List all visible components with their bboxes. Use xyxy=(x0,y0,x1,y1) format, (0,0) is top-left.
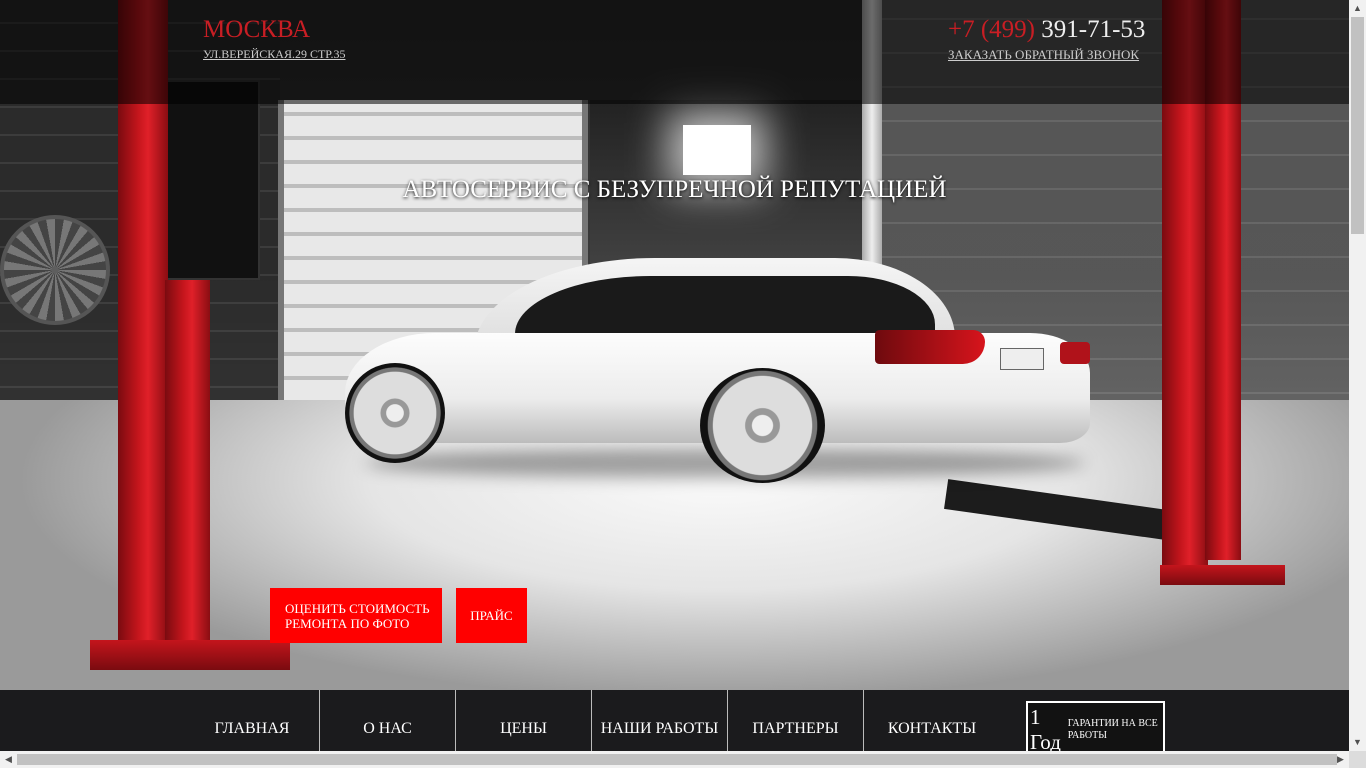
lift-base-right xyxy=(1160,565,1285,585)
phone-digits: 391-71-53 xyxy=(1041,16,1146,43)
nav-item-home[interactable]: ГЛАВНАЯ xyxy=(185,690,320,751)
rear-wheel xyxy=(700,368,825,483)
address-link[interactable]: УЛ.ВЕРЕЙСКАЯ.29 СТР.35 xyxy=(203,47,401,62)
scroll-left-icon[interactable]: ◀ xyxy=(0,751,17,768)
nav-item-contacts[interactable]: КОНТАКТЫ xyxy=(864,690,1000,751)
page: МОСКВА УЛ.ВЕРЕЙСКАЯ.29 СТР.35 +7 (499) 3… xyxy=(0,0,1349,751)
hero-headline: АВТОСЕРВИС С БЕЗУПРЕЧНОЙ РЕПУТАЦИЕЙ xyxy=(402,176,947,203)
ceiling-light xyxy=(683,125,751,175)
phone-number[interactable]: +7 (499) 391-71-53 xyxy=(948,16,1145,44)
estimate-by-photo-button[interactable]: ОЦЕНИТЬ СТОИМОСТЬ РЕМОНТА ПО ФОТО xyxy=(270,588,442,643)
lift-column-left-inner xyxy=(165,280,210,650)
car-window xyxy=(515,276,935,334)
warranty-text: ГАРАНТИИ НА ВСЕ РАБОТЫ xyxy=(1067,718,1158,741)
car-taillight-right xyxy=(1060,342,1090,364)
callback-link[interactable]: ЗАКАЗАТЬ ОБРАТНЫЙ ЗВОНОК xyxy=(948,47,1147,63)
car xyxy=(345,258,1095,483)
price-button[interactable]: ПРАЙС xyxy=(456,588,527,643)
nav-item-works[interactable]: НАШИ РАБОТЫ xyxy=(592,690,728,751)
phone-code: +7 (499) xyxy=(948,16,1035,43)
lift-base-left xyxy=(90,640,290,670)
front-wheel xyxy=(345,363,445,463)
vertical-scrollbar[interactable]: ▲ ▼ xyxy=(1349,0,1366,751)
car-taillight xyxy=(875,330,985,364)
scroll-down-icon[interactable]: ▼ xyxy=(1349,734,1366,751)
scroll-right-icon[interactable]: ▶ xyxy=(1332,751,1349,768)
fan-icon xyxy=(0,215,110,325)
nav-item-about[interactable]: О НАС xyxy=(320,690,456,751)
warranty-badge: 1 Год ГАРАНТИИ НА ВСЕ РАБОТЫ xyxy=(1026,701,1165,751)
city-title: МОСКВА xyxy=(203,16,311,43)
horizontal-scrollbar[interactable]: ◀ ▶ xyxy=(0,751,1349,768)
license-plate xyxy=(1000,348,1044,370)
nav-item-partners[interactable]: ПАРТНЕРЫ xyxy=(728,690,864,751)
scroll-up-icon[interactable]: ▲ xyxy=(1349,0,1366,17)
nav-item-prices[interactable]: ЦЕНЫ xyxy=(456,690,592,751)
horizontal-scroll-thumb[interactable] xyxy=(17,754,1337,765)
scrollbar-corner xyxy=(1349,751,1366,768)
vertical-scroll-thumb[interactable] xyxy=(1351,17,1364,234)
warranty-period: 1 Год xyxy=(1030,705,1061,751)
